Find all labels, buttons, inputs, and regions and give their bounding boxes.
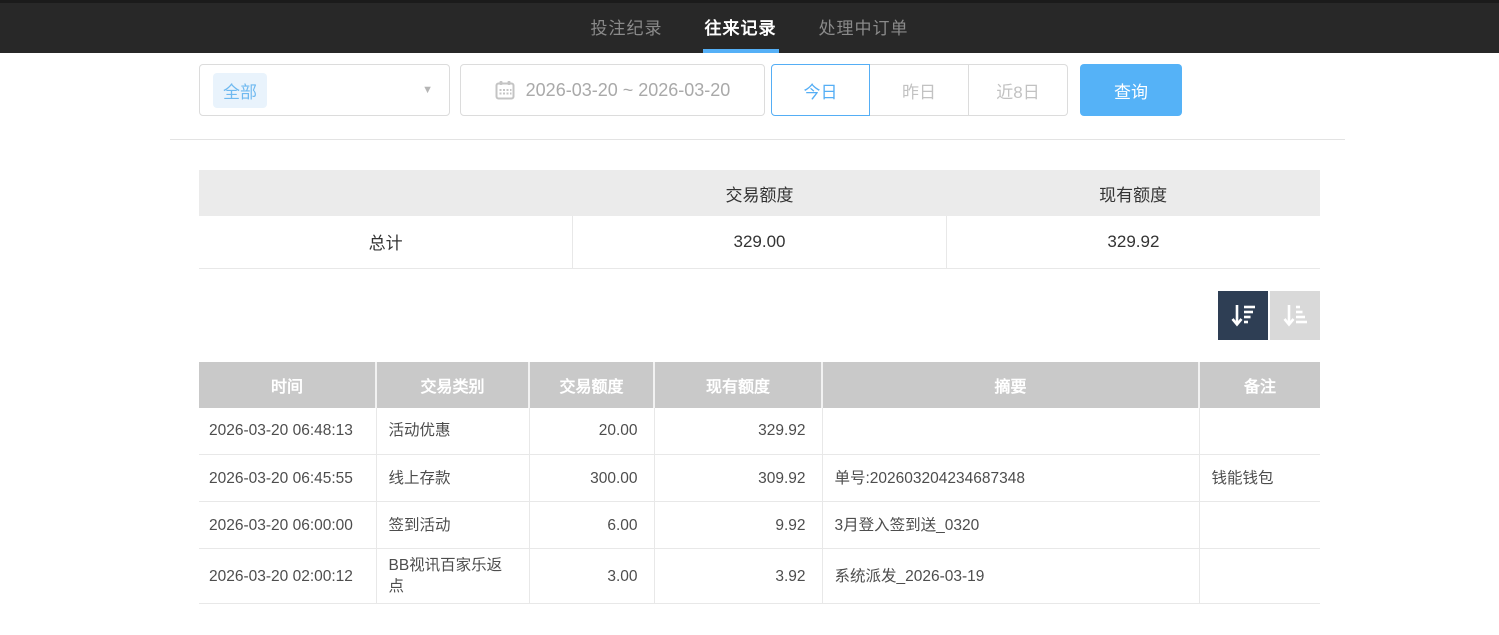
search-button[interactable]: 查询: [1080, 64, 1182, 116]
cell-summary: 系统派发_2026-03-19: [822, 549, 1199, 604]
cell-balance: 309.92: [654, 455, 822, 502]
chevron-down-icon: ▼: [422, 84, 433, 96]
col-header-note: 备注: [1199, 362, 1320, 408]
transaction-type-select[interactable]: 全部 ▼: [199, 64, 450, 116]
cell-note: 钱能钱包: [1199, 455, 1320, 502]
main-content: 全部 ▼ 2026-03-20 ~ 2026-03-20 今日 昨日 近8日 查…: [199, 64, 1320, 635]
cell-balance: 9.92: [654, 502, 822, 549]
sort-descending-button[interactable]: [1218, 291, 1268, 340]
calendar-icon: [495, 80, 515, 100]
cell-summary: 3月登入签到送_0320: [822, 502, 1199, 549]
date-range-input[interactable]: 2026-03-20 ~ 2026-03-20: [460, 64, 765, 116]
sort-ascending-icon: [1281, 301, 1309, 329]
cell-time: 2026-03-20 06:45:55: [199, 455, 376, 502]
selected-type-chip[interactable]: 全部: [213, 73, 267, 108]
sort-descending-icon: [1229, 301, 1257, 329]
table-row: 2026-03-20 06:00:00 签到活动 6.00 9.92 3月登入签…: [199, 502, 1320, 549]
last-8-days-button[interactable]: 近8日: [969, 64, 1068, 116]
summary-header-empty: [199, 170, 573, 216]
col-header-type: 交易类别: [376, 362, 529, 408]
col-header-summary: 摘要: [822, 362, 1199, 408]
top-navigation-bar: 投注纪录 往来记录 处理中订单: [0, 0, 1499, 53]
cell-summary: [822, 408, 1199, 455]
col-header-time: 时间: [199, 362, 376, 408]
cell-summary: 单号:202603204234687348: [822, 455, 1199, 502]
tab-processing-orders[interactable]: 处理中订单: [817, 0, 911, 53]
summary-transaction-total: 329.00: [573, 216, 947, 268]
cell-balance: 3.92: [654, 549, 822, 604]
summary-header-current-balance: 现有额度: [946, 170, 1320, 216]
summary-header-row: 交易额度 现有额度: [199, 170, 1320, 216]
table-row: 2026-03-20 06:45:55 线上存款 300.00 309.92 单…: [199, 455, 1320, 502]
tab-betting-records[interactable]: 投注纪录: [589, 0, 665, 53]
cell-note: [1199, 408, 1320, 455]
section-divider: [170, 139, 1345, 140]
sort-ascending-button[interactable]: [1270, 291, 1320, 340]
today-button[interactable]: 今日: [771, 64, 870, 116]
cell-type: BB视讯百家乐返点: [376, 549, 529, 604]
records-header-row: 时间 交易类别 交易额度 现有额度 摘要 备注: [199, 362, 1320, 408]
quick-date-button-group: 今日 昨日 近8日: [771, 64, 1068, 116]
summary-table: 交易额度 现有额度 总计 329.00 329.92: [199, 170, 1320, 269]
col-header-current-balance: 现有额度: [654, 362, 822, 408]
cell-time: 2026-03-20 06:48:13: [199, 408, 376, 455]
cell-type: 活动优惠: [376, 408, 529, 455]
cell-note: [1199, 502, 1320, 549]
summary-header-transaction-amount: 交易额度: [573, 170, 947, 216]
summary-total-label: 总计: [199, 216, 573, 268]
date-range-value: 2026-03-20 ~ 2026-03-20: [526, 80, 731, 101]
cell-note: [1199, 549, 1320, 604]
cell-balance: 329.92: [654, 408, 822, 455]
tab-transaction-records[interactable]: 往来记录: [703, 0, 779, 53]
cell-time: 2026-03-20 02:00:12: [199, 549, 376, 604]
yesterday-button[interactable]: 昨日: [870, 64, 969, 116]
sort-controls: [199, 291, 1320, 340]
table-row: 2026-03-20 02:00:12 BB视讯百家乐返点 3.00 3.92 …: [199, 549, 1320, 604]
cell-type: 签到活动: [376, 502, 529, 549]
cell-amount: 20.00: [529, 408, 654, 455]
cell-amount: 300.00: [529, 455, 654, 502]
cell-type: 线上存款: [376, 455, 529, 502]
cell-amount: 6.00: [529, 502, 654, 549]
records-table: 时间 交易类别 交易额度 现有额度 摘要 备注 2026-03-20 06:48…: [199, 362, 1320, 605]
cell-time: 2026-03-20 06:00:00: [199, 502, 376, 549]
col-header-transaction-amount: 交易额度: [529, 362, 654, 408]
cell-amount: 3.00: [529, 549, 654, 604]
summary-balance-total: 329.92: [946, 216, 1320, 268]
filter-row: 全部 ▼ 2026-03-20 ~ 2026-03-20 今日 昨日 近8日 查…: [199, 64, 1320, 116]
summary-total-row: 总计 329.00 329.92: [199, 216, 1320, 268]
table-row: 2026-03-20 06:48:13 活动优惠 20.00 329.92: [199, 408, 1320, 455]
